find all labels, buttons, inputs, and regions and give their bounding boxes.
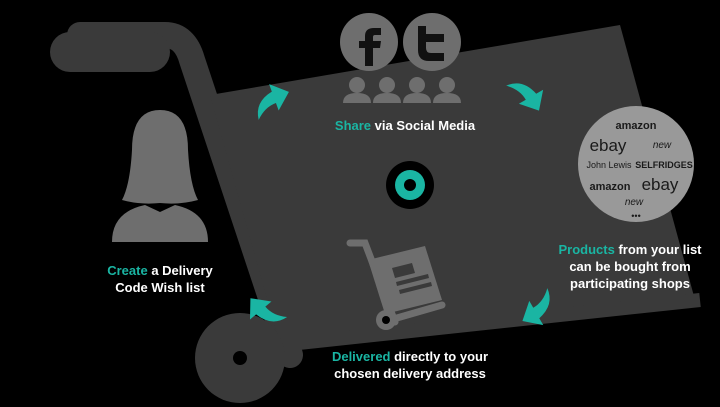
step-share-highlight: Share [334, 118, 372, 133]
shop-amazon: amazon [616, 120, 657, 132]
step-share-label: Share via Social Media [300, 117, 510, 134]
twitter-icon [403, 13, 461, 71]
shop-selfridges: SELFRIDGES [635, 160, 693, 170]
step-share-text: via Social Media [371, 118, 476, 133]
shop-john-lewis: John Lewis [586, 160, 632, 170]
shop-ebay: ebay [590, 136, 627, 155]
step-products-line3: participating shops [570, 276, 690, 291]
shop-new: new [653, 140, 672, 151]
shops-logo-circle: amazon ebay new John Lewis SELFRIDGES am… [578, 106, 694, 222]
step-delivered-highlight: Delivered [331, 349, 391, 364]
step-delivered-text: directly to your [390, 349, 489, 364]
logo-ring-icon [386, 161, 434, 209]
facebook-icon [340, 13, 398, 71]
step-delivered-label: Delivered directly to your chosen delive… [300, 348, 520, 382]
step-products-line2: can be bought from [569, 259, 691, 274]
step-create-highlight: Create [107, 263, 148, 278]
illustration: amazon ebay new John Lewis SELFRIDGES am… [50, 13, 701, 403]
step-delivered-line2: chosen delivery address [334, 366, 486, 381]
woman-avatar-icon [112, 110, 208, 242]
shop-more: ••• [631, 211, 640, 221]
step-products-label: Products from your list can be bought fr… [545, 241, 715, 292]
shop-amazon-2: amazon [590, 181, 631, 193]
shop-new-2: new [625, 197, 644, 208]
shop-ebay-2: ebay [642, 175, 679, 194]
step-create-label: Create a Delivery Code Wish list [85, 262, 235, 296]
step-products-highlight: Products [558, 242, 615, 257]
step-create-line2: Code Wish list [115, 280, 205, 295]
step-products-text: from your list [614, 242, 702, 257]
step-create-text: a Delivery [147, 263, 213, 278]
truck-handle [50, 32, 170, 72]
